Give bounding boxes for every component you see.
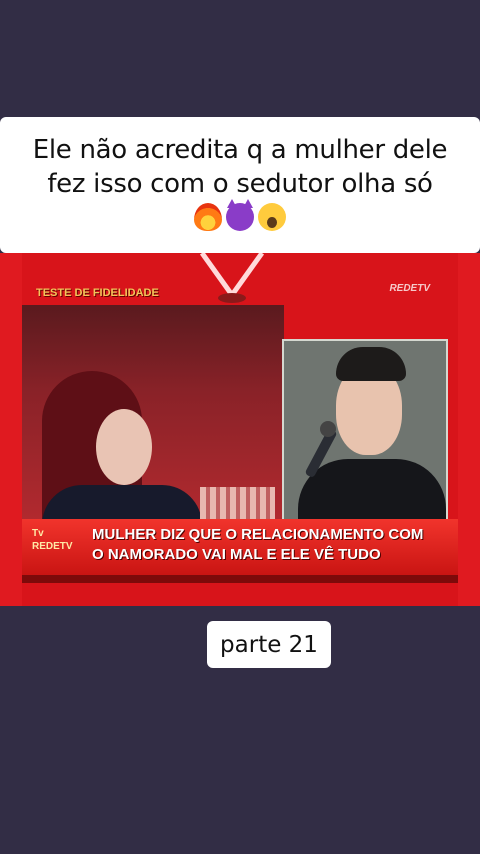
- ticker-line-1: MULHER DIZ QUE O RELACIONAMENTO COM: [92, 526, 424, 543]
- show-title-tag: TESTE DE FIDELIDADE: [36, 287, 159, 299]
- ticker-logo-text: Tv REDETV: [32, 528, 73, 552]
- video-content: TESTE DE FIDELIDADE REDETV Tv REDETV MUL…: [22, 253, 458, 606]
- caption-line-1: Ele não acredita q a mulher dele: [32, 135, 448, 165]
- ticker-bar: [22, 575, 458, 583]
- news-ticker: Tv REDETV MULHER DIZ QUE O RELACIONAMENT…: [22, 519, 458, 583]
- man-hair: [336, 347, 406, 381]
- woman-scene: [22, 305, 284, 577]
- devil-icon: [226, 199, 254, 231]
- part-label: parte 21: [207, 621, 331, 668]
- ticker-line-2: O NAMORADO VAI MAL E ELE VÊ TUDO: [92, 546, 381, 563]
- woman-face: [96, 409, 152, 485]
- emoji-row: [8, 199, 472, 231]
- video-frame[interactable]: TESTE DE FIDELIDADE REDETV Tv REDETV MUL…: [0, 253, 480, 606]
- caption-line-2: fez isso com o sedutor olha só: [47, 169, 433, 199]
- scream-face-icon: [258, 203, 286, 231]
- fire-icon: [194, 203, 222, 231]
- caption-box: Ele não acredita q a mulher dele fez iss…: [0, 117, 480, 253]
- microphone-head: [320, 421, 336, 437]
- channel-logo: REDETV: [389, 283, 430, 294]
- ticker-text: MULHER DIZ QUE O RELACIONAMENTO COM O NA…: [92, 525, 423, 565]
- ticker-logo: Tv REDETV: [32, 527, 84, 571]
- antenna-decoration: [199, 253, 265, 303]
